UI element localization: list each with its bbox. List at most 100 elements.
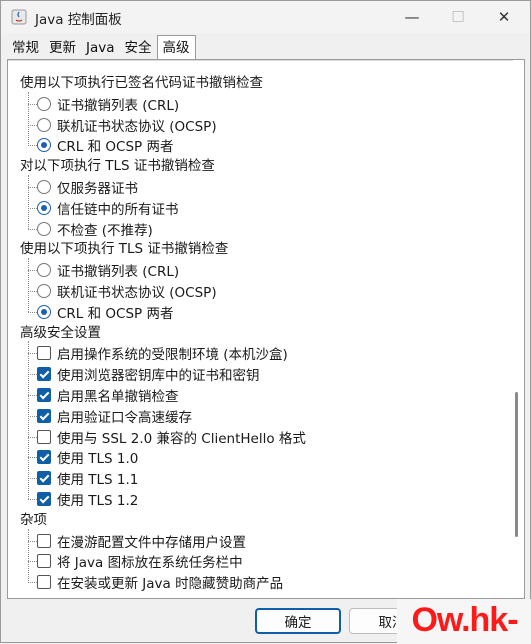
checkbox[interactable] [37,533,51,548]
ok-button[interactable]: 确定 [255,608,341,634]
checkbox-option[interactable]: 使用浏览器密钥库中的证书和密钥 [37,364,260,384]
checkbox[interactable] [37,554,51,569]
checkbox[interactable] [37,388,51,402]
option-label: 启用黑名单撤销检查 [57,389,179,405]
checkbox-option[interactable]: 将 Java 图标放在系统任务栏中 [37,551,243,571]
tree-connector [28,395,37,396]
option-label: 使用浏览器密钥库中的证书和密钥 [57,368,260,385]
checkbox-option[interactable]: 使用与 SSL 2.0 兼容的 ClientHello 格式 [37,427,306,447]
tree-connector [28,175,29,229]
tree-connector [28,207,37,209]
title-bar[interactable]: Java 控制面板 — ☐ ✕ [1,1,530,33]
tree-connector [28,561,37,563]
tree-connector [28,103,37,105]
radio-option[interactable]: 信任链中的所有证书 [37,198,179,218]
tree-connector [28,499,37,500]
tab-general[interactable]: 常规 [7,37,44,59]
radio-button[interactable] [37,200,51,215]
tree-connector [28,341,29,500]
option-label: 证书撤销列表 (CRL) [57,264,180,281]
radio-option[interactable]: 联机证书状态协议 (OCSP) [37,281,217,301]
tree-connector [28,187,37,188]
tab-update[interactable]: 更新 [44,37,81,59]
radio-button[interactable] [37,304,51,319]
radio-button[interactable] [37,263,51,278]
option-label: 将 Java 图标放在系统任务栏中 [57,555,243,572]
option-label: CRL 和 OCSP 两者 [57,305,174,322]
checkbox[interactable] [37,450,51,465]
tab-security[interactable]: 安全 [120,37,157,59]
radio-option[interactable]: 不检查 (不推荐) [37,219,153,239]
radio-option[interactable]: 证书撤销列表 (CRL) [37,260,179,280]
radio-option[interactable]: CRL 和 OCSP 两者 [37,135,173,155]
option-label: CRL 和 OCSP 两者 [57,139,174,156]
tree-connector [28,374,37,376]
close-button[interactable]: ✕ [481,1,527,33]
minimize-icon: — [404,8,420,26]
tree-connector [28,311,37,313]
checkbox[interactable] [37,408,51,423]
radio-option[interactable]: 联机证书状态协议 (OCSP) [37,115,217,135]
option-label: 使用 TLS 1.2 [57,493,139,509]
java-control-panel-window: Java 控制面板 — ☐ ✕ 常规 更新 Java 安全 高级 使用以下项执行… [0,0,531,644]
option-label: 在漫游配置文件中存储用户设置 [57,534,246,551]
option-label: 仅服务器证书 [57,181,138,197]
tree-connector [28,457,37,459]
checkbox[interactable] [37,471,51,486]
checkbox[interactable] [37,575,51,590]
radio-button[interactable] [37,96,51,111]
tree-connector [28,291,37,292]
radio-button[interactable] [37,138,51,153]
checkbox[interactable] [37,346,51,361]
group-label: 杂项 [20,511,47,528]
radio-option[interactable]: 仅服务器证书 [37,177,138,197]
tree-connector [28,528,29,583]
checkbox-option[interactable]: 在漫游配置文件中存储用户设置 [37,531,246,551]
tree-connector [28,228,37,230]
tab-advanced[interactable]: 高级 [156,35,196,61]
option-label: 使用 TLS 1.0 [57,451,139,468]
option-label: 使用与 SSL 2.0 兼容的 ClientHello 格式 [57,430,306,447]
checkbox-option[interactable]: 使用 TLS 1.1 [37,468,138,488]
tree-connector [28,124,37,126]
tree-connector [28,145,37,147]
group-label: 高级安全设置 [20,324,101,341]
radio-button[interactable] [37,117,51,132]
java-app-icon [11,9,27,25]
checkbox[interactable] [37,367,51,382]
checkbox-option[interactable]: 启用验证口令高速缓存 [37,406,192,426]
window-title: Java 控制面板 [35,12,122,28]
settings-tree[interactable]: 使用以下项执行已签名代码证书撤销检查 证书撤销列表 (CRL) 联机证书状态协议 (… [8,70,513,598]
vertical-scrollbar[interactable] [515,392,518,537]
tree-connector [28,540,37,542]
tab-java[interactable]: Java [81,37,120,59]
radio-option[interactable]: 证书撤销列表 (CRL) [37,94,179,114]
radio-option[interactable]: CRL 和 OCSP 两者 [37,302,173,322]
divider [8,60,513,61]
minimize-button[interactable]: — [389,1,435,33]
maximize-icon: ☐ [451,8,465,26]
checkbox-option[interactable]: 在安装或更新 Java 时隐藏赞助商产品 [37,572,283,592]
checkbox-option[interactable]: 使用 TLS 1.2 [37,489,138,509]
radio-button[interactable] [37,221,51,236]
option-label: 启用操作系统的受限制环境 (本机沙盒) [57,347,288,364]
option-label: 联机证书状态协议 (OCSP) [57,118,217,135]
checkbox-option[interactable]: 启用黑名单撤销检查 [37,385,179,405]
checkbox-option[interactable]: 使用 TLS 1.0 [37,447,138,467]
maximize-button[interactable]: ☐ [435,1,481,33]
radio-button[interactable] [37,180,51,194]
tree-connector [28,270,37,272]
tree-connector [28,91,29,146]
checkbox[interactable] [37,492,51,506]
tree-connector [28,415,37,417]
tree-connector [28,478,37,480]
group-label: 使用以下项执行已签名代码证书撤销检查 [20,75,263,91]
checkbox-option[interactable]: 启用操作系统的受限制环境 (本机沙盒) [37,343,288,363]
group-label: 对以下项执行 TLS 证书撤销检查 [20,158,215,175]
option-label: 使用 TLS 1.1 [57,472,139,489]
radio-button[interactable] [37,284,51,298]
option-label: 不检查 (不推荐) [57,222,153,239]
option-label: 信任链中的所有证书 [57,201,179,218]
watermark-logo: Ow.hk- [411,600,518,639]
checkbox[interactable] [37,429,51,444]
